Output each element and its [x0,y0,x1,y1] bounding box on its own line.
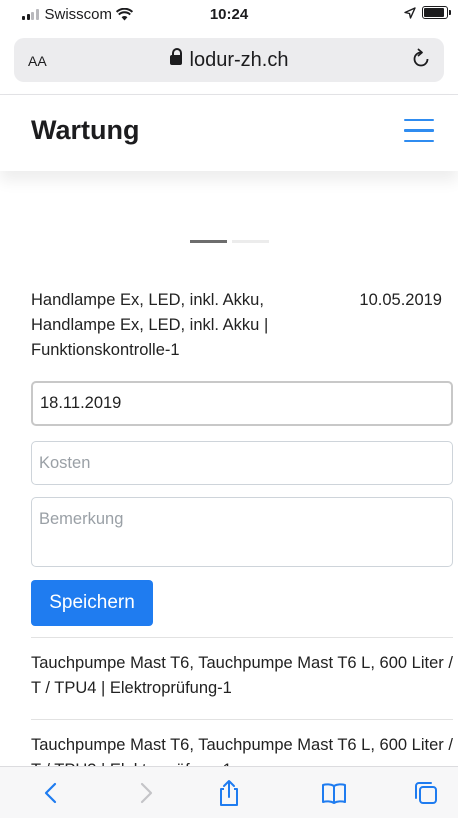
bemerkung-textarea[interactable]: Bemerkung [31,497,453,567]
browser-toolbar [0,766,458,818]
address-field[interactable]: lodur-zh.ch [14,48,444,72]
clock: 10:24 [209,6,249,23]
menu-icon[interactable] [404,119,434,143]
host-label: lodur-zh.ch [189,49,289,71]
share-icon[interactable] [215,779,243,807]
bookmarks-icon[interactable] [320,779,348,807]
date-field[interactable]: 18.11.2019 [31,381,453,426]
kosten-input[interactable]: Kosten [31,441,453,485]
divider [31,637,453,638]
entry-name: Handlampe Ex, LED, inkl. Akku, Handlampe… [31,291,269,359]
list-item[interactable]: Tauchpumpe Mast T6, Tauchpumpe Mast T6 L… [31,651,453,701]
url-bar[interactable]: AA lodur-zh.ch [14,38,444,82]
lock-icon [169,48,182,65]
save-button[interactable]: Speichern [31,580,153,626]
page-header: Wartung [0,95,458,171]
status-bar: Swisscom 10:24 [0,0,458,28]
forward-icon[interactable] [131,779,159,807]
carousel-indicators [0,240,458,243]
entry-date: 10.05.2019 [359,291,442,309]
divider [31,719,453,720]
status-right [404,6,451,19]
location-arrow-icon [404,6,416,19]
reload-icon[interactable] [410,48,432,70]
tabs-icon[interactable] [412,779,440,807]
battery-icon [422,6,451,19]
page-title: Wartung [31,115,140,145]
carousel-indicator[interactable] [189,240,227,243]
carousel-indicator[interactable] [231,240,269,243]
back-icon[interactable] [38,779,66,807]
